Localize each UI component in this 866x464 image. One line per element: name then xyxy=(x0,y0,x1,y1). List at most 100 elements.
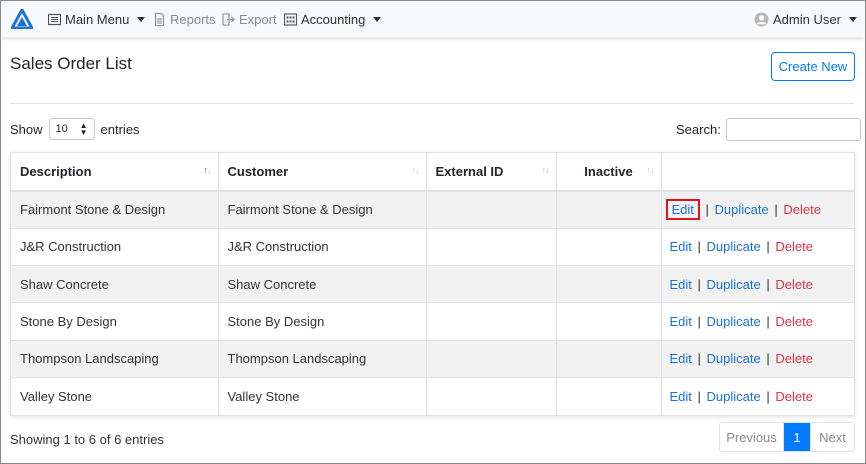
edit-link[interactable]: Edit xyxy=(670,351,692,366)
edit-link[interactable]: Edit xyxy=(670,239,692,254)
pagination: Previous 1 Next xyxy=(719,422,855,452)
cell-inactive xyxy=(556,339,662,378)
nav-export-label: Export xyxy=(239,11,277,27)
search-input[interactable] xyxy=(725,117,861,141)
column-header-label: External ID xyxy=(435,164,504,179)
cell-external-id xyxy=(426,265,557,303)
edit-link[interactable]: Edit xyxy=(670,389,692,404)
delete-link[interactable]: Delete xyxy=(775,351,813,366)
calculator-icon xyxy=(284,12,297,26)
chevron-down-icon xyxy=(373,16,382,22)
table-row: Fairmont Stone & Design Fairmont Stone &… xyxy=(11,191,854,229)
app-logo-icon[interactable] xyxy=(11,9,33,29)
cell-customer: Valley Stone xyxy=(218,376,427,415)
table-row: Thompson Landscaping Thompson Landscapin… xyxy=(11,339,854,378)
table-header-row: Description ↑↓ Customer ↑↓ External ID ↑… xyxy=(11,153,854,192)
cell-inactive xyxy=(556,265,662,303)
table-row: J&R Construction J&R Construction Edit |… xyxy=(11,227,854,266)
column-header-label: Description xyxy=(20,164,92,179)
cell-actions: Edit | Duplicate | Delete xyxy=(661,191,854,229)
nav-reports-label: Reports xyxy=(170,11,216,27)
cell-description: Thompson Landscaping xyxy=(11,339,219,378)
cell-external-id xyxy=(426,376,557,415)
sort-icon: ↑↓ xyxy=(646,165,655,175)
nav-export[interactable]: Export xyxy=(222,1,277,37)
action-separator: | xyxy=(766,388,770,404)
sort-updown-icon: ▲ ▼ xyxy=(79,121,88,137)
document-icon xyxy=(154,12,165,26)
column-header-external-id[interactable]: External ID ↑↓ xyxy=(426,153,557,192)
chevron-down-icon xyxy=(137,16,146,22)
cell-actions: Edit | Duplicate | Delete xyxy=(661,339,854,378)
action-separator: | xyxy=(705,202,709,218)
nav-accounting-label: Accounting xyxy=(301,11,366,27)
duplicate-link[interactable]: Duplicate xyxy=(715,202,769,217)
cell-description: J&R Construction xyxy=(11,227,219,266)
action-separator: | xyxy=(766,239,770,255)
list-icon xyxy=(48,13,61,25)
pagination-page-1[interactable]: 1 xyxy=(784,423,810,451)
duplicate-link[interactable]: Duplicate xyxy=(707,314,761,329)
delete-link[interactable]: Delete xyxy=(775,277,813,292)
sort-icon: ↑↓ xyxy=(541,165,550,175)
delete-link[interactable]: Delete xyxy=(775,389,813,404)
page-title: Sales Order List xyxy=(10,54,132,73)
cell-external-id xyxy=(426,339,557,378)
delete-link[interactable]: Delete xyxy=(775,239,813,254)
edit-link[interactable]: Edit xyxy=(670,314,692,329)
duplicate-link[interactable]: Duplicate xyxy=(707,277,761,292)
cell-actions: Edit | Duplicate | Delete xyxy=(661,227,854,266)
sort-ascending-icon: ↑↓ xyxy=(203,165,212,175)
sort-icon: ↑↓ xyxy=(411,165,420,175)
cell-external-id xyxy=(426,227,557,266)
action-separator: | xyxy=(766,276,770,292)
column-header-inactive[interactable]: Inactive ↑↓ xyxy=(556,153,662,192)
action-separator: | xyxy=(697,351,701,367)
action-separator: | xyxy=(766,314,770,330)
cell-description: Shaw Concrete xyxy=(11,265,219,303)
page-size-value: 10 xyxy=(55,123,68,135)
cell-customer: Thompson Landscaping xyxy=(218,339,427,378)
pagination-previous[interactable]: Previous xyxy=(720,423,784,451)
page-size-control: Show 10 ▲ ▼ entries xyxy=(10,118,140,140)
action-separator: | xyxy=(774,202,778,218)
column-header-customer[interactable]: Customer ↑↓ xyxy=(218,153,427,192)
pagination-next[interactable]: Next xyxy=(810,423,854,451)
cell-external-id xyxy=(426,191,557,229)
entries-label: entries xyxy=(100,121,140,137)
cell-description: Stone By Design xyxy=(11,302,219,341)
nav-user-menu[interactable]: Admin User xyxy=(754,1,857,37)
action-separator: | xyxy=(697,239,701,255)
nav-accounting[interactable]: Accounting xyxy=(284,1,382,37)
delete-link[interactable]: Delete xyxy=(783,202,821,217)
duplicate-link[interactable]: Duplicate xyxy=(707,389,761,404)
create-new-button[interactable]: Create New xyxy=(771,52,855,81)
edit-link[interactable]: Edit xyxy=(672,202,694,217)
page-size-select[interactable]: 10 ▲ ▼ xyxy=(48,118,95,140)
show-label: Show xyxy=(10,121,43,137)
cell-customer: Fairmont Stone & Design xyxy=(218,191,427,229)
delete-link[interactable]: Delete xyxy=(775,314,813,329)
cell-description: Valley Stone xyxy=(11,376,219,415)
edit-highlight: Edit xyxy=(665,199,700,221)
nav-reports[interactable]: Reports xyxy=(153,1,216,37)
table-row: Shaw Concrete Shaw Concrete Edit | Dupli… xyxy=(11,265,854,303)
cell-actions: Edit | Duplicate | Delete xyxy=(661,302,854,341)
edit-link[interactable]: Edit xyxy=(670,277,692,292)
cell-description: Fairmont Stone & Design xyxy=(11,191,219,229)
cell-inactive xyxy=(556,191,662,229)
column-header-label: Inactive xyxy=(584,164,633,179)
user-avatar-icon xyxy=(754,12,769,26)
column-header-label: Customer xyxy=(227,164,289,179)
table-row: Valley Stone Valley Stone Edit | Duplica… xyxy=(11,376,854,415)
cell-external-id xyxy=(426,302,557,341)
nav-user-label: Admin User xyxy=(773,11,841,27)
duplicate-link[interactable]: Duplicate xyxy=(707,351,761,366)
duplicate-link[interactable]: Duplicate xyxy=(707,239,761,254)
table-info: Showing 1 to 6 of 6 entries xyxy=(10,432,164,447)
column-header-description[interactable]: Description ↑↓ xyxy=(11,153,219,192)
cell-actions: Edit | Duplicate | Delete xyxy=(661,376,854,415)
nav-main-menu[interactable]: Main Menu xyxy=(48,1,146,37)
chevron-down-icon xyxy=(848,16,857,22)
action-separator: | xyxy=(697,276,701,292)
